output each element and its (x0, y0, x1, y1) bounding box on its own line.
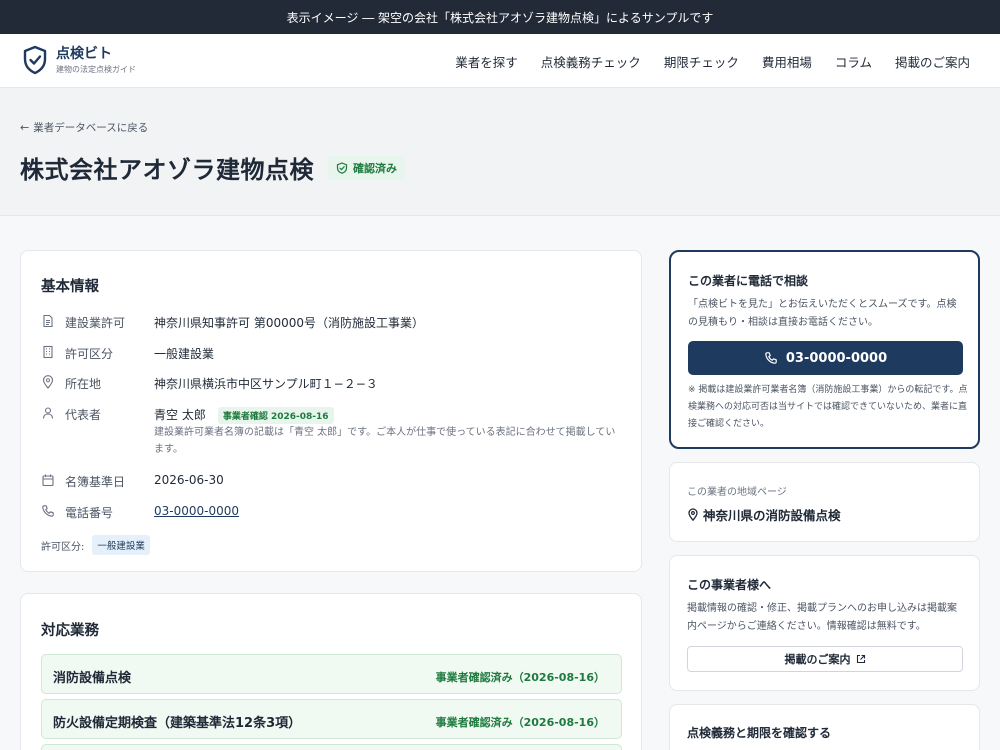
nav-deadline-check[interactable]: 期限チェック (664, 52, 739, 71)
check-duty-heading: 点検義務と期限を確認する (687, 726, 832, 740)
check-duty-card: 点検義務と期限を確認する (669, 704, 980, 750)
info-label: 名簿基準日 (65, 475, 126, 489)
services-heading: 対応業務 (41, 623, 99, 639)
document-icon (43, 314, 53, 328)
sample-notice-text: 表示イメージ ― 架空の会社「株式会社アオゾラ建物点検」によるサンプルです (286, 10, 714, 25)
call-note: ※ 掲載は建設業許可業者名簿（消防施設工事業）からの転記です。点検業務への対応可… (688, 385, 968, 429)
back-link[interactable]: ← 業者データベースに戻る (20, 120, 148, 135)
page-hero: ← 業者データベースに戻る 株式会社アオゾラ建物点検 確認済み (0, 88, 1000, 216)
region-link-label: 神奈川県の消防設備点検 (703, 508, 841, 523)
license-class-tag: 一般建設業 (92, 535, 150, 555)
location-pin-icon (688, 508, 698, 521)
title-row: 株式会社アオゾラ建物点検 確認済み (20, 150, 405, 185)
info-value: 青空 太郎 (154, 408, 206, 422)
site-header: 点検ビト 建物の法定点検ガイド 業者を探す 点検義務チェック 期限チェック 費用… (0, 34, 1000, 88)
nav-listing-info[interactable]: 掲載のご案内 (895, 52, 970, 71)
sample-notice-bar: 表示イメージ ― 架空の会社「株式会社アオゾラ建物点検」によるサンプルです (0, 0, 1000, 34)
region-caption: この業者の地域ページ (687, 487, 787, 498)
location-pin-icon (42, 375, 54, 389)
person-icon (42, 407, 54, 419)
representative-note: 建設業許可業者名簿の記載は「青空 太郎」です。ご本人が仕事で使っている表記に合わ… (154, 427, 616, 455)
basic-info-card: 基本情報 建設業許可 神奈川県知事許可 第00000号（消防施設工事業） 許可区… (20, 250, 642, 572)
external-link-icon (856, 654, 865, 664)
info-value: 神奈川県横浜市中区サンプル町１−２−３ (154, 377, 378, 391)
nav-inspection-duty-check[interactable]: 点検義務チェック (541, 52, 641, 71)
service-item: 消防設備点検 事業者確認済み（2026-08-16） (41, 654, 622, 694)
call-text: 「点検ビトを見た」とお伝えいただくとスムーズです。点検の見積もり・相談は直接お電… (688, 299, 957, 328)
owner-confirmed-badge: 事業者確認 2026-08-16 (217, 407, 334, 424)
nav-column[interactable]: コラム (835, 52, 872, 71)
building-icon (43, 345, 53, 359)
page-title: 株式会社アオゾラ建物点検 (20, 156, 314, 184)
shield-check-icon (336, 161, 348, 174)
call-card: この業者に電話で相談 「点検ビトを見た」とお伝えいただくとスムーズです。点検の見… (669, 250, 980, 449)
info-value: 一般建設業 (154, 347, 215, 361)
verified-badge-label: 確認済み (353, 161, 397, 175)
service-item-partial (41, 744, 622, 750)
page-content: 基本情報 建設業許可 神奈川県知事許可 第00000号（消防施設工事業） 許可区… (0, 216, 1000, 750)
main-nav: 業者を探す 点検義務チェック 期限チェック 費用相場 コラム 掲載のご案内 (432, 34, 970, 88)
listing-info-button-label: 掲載のご案内 (784, 653, 851, 666)
back-link-label: 業者データベースに戻る (33, 122, 149, 134)
info-label: 建設業許可 (65, 316, 126, 330)
calendar-icon (42, 474, 54, 487)
owner-card: この事業者様へ 掲載情報の確認・修正、掲載プランへのお申し込みは掲載案内ページか… (669, 555, 980, 691)
license-class-line: 許可区分: 一般建設業 (41, 535, 150, 555)
nav-find-contractor[interactable]: 業者を探す (455, 52, 518, 71)
info-label: 電話番号 (65, 506, 114, 520)
call-button-label: 03-0000-0000 (785, 350, 888, 366)
info-label: 代表者 (65, 408, 102, 422)
owner-text: 掲載情報の確認・修正、掲載プランへのお申し込みは掲載案内ページからご連絡ください… (687, 603, 957, 632)
owner-heading: この事業者様へ (687, 578, 772, 592)
call-button[interactable]: 03-0000-0000 (688, 341, 963, 375)
listing-info-button[interactable]: 掲載のご案内 (687, 646, 963, 672)
info-label: 許可区分 (65, 347, 114, 361)
service-item: 防火設備定期検査（建築基準法12条3項） 事業者確認済み（2026-08-16） (41, 699, 622, 739)
info-value: 2026-06-30 (154, 473, 224, 487)
brand-name: 点検ビト (56, 45, 112, 62)
shield-check-icon (23, 45, 47, 75)
info-label: 所在地 (65, 377, 102, 391)
site-logo[interactable]: 点検ビト 建物の法定点検ガイド (22, 45, 136, 75)
service-status: 事業者確認済み（2026-08-16） (435, 671, 605, 684)
info-value: 神奈川県知事許可 第00000号（消防施設工事業） (154, 316, 424, 330)
verified-badge: 確認済み (328, 155, 405, 180)
service-status: 事業者確認済み（2026-08-16） (435, 716, 605, 729)
phone-icon (42, 505, 54, 517)
region-card: この業者の地域ページ 神奈川県の消防設備点検 (669, 462, 980, 542)
services-card: 対応業務 消防設備点検 事業者確認済み（2026-08-16） 防火設備定期検査… (20, 593, 642, 750)
call-heading: この業者に電話で相談 (688, 274, 809, 288)
nav-cost-guide[interactable]: 費用相場 (762, 52, 812, 71)
region-link[interactable]: 神奈川県の消防設備点検 (687, 505, 841, 524)
basic-info-heading: 基本情報 (41, 279, 99, 295)
phone-link[interactable]: 03-0000-0000 (154, 504, 239, 518)
license-class-label: 許可区分: (41, 541, 85, 553)
service-name: 防火設備定期検査（建築基準法12条3項） (53, 716, 302, 731)
phone-icon (765, 352, 777, 364)
arrow-left-icon: ← (20, 121, 30, 134)
brand-tagline: 建物の法定点検ガイド (56, 64, 136, 74)
service-name: 消防設備点検 (53, 671, 132, 686)
info-value-wrap: 青空 太郎 事業者確認 2026-08-16 (154, 406, 334, 424)
